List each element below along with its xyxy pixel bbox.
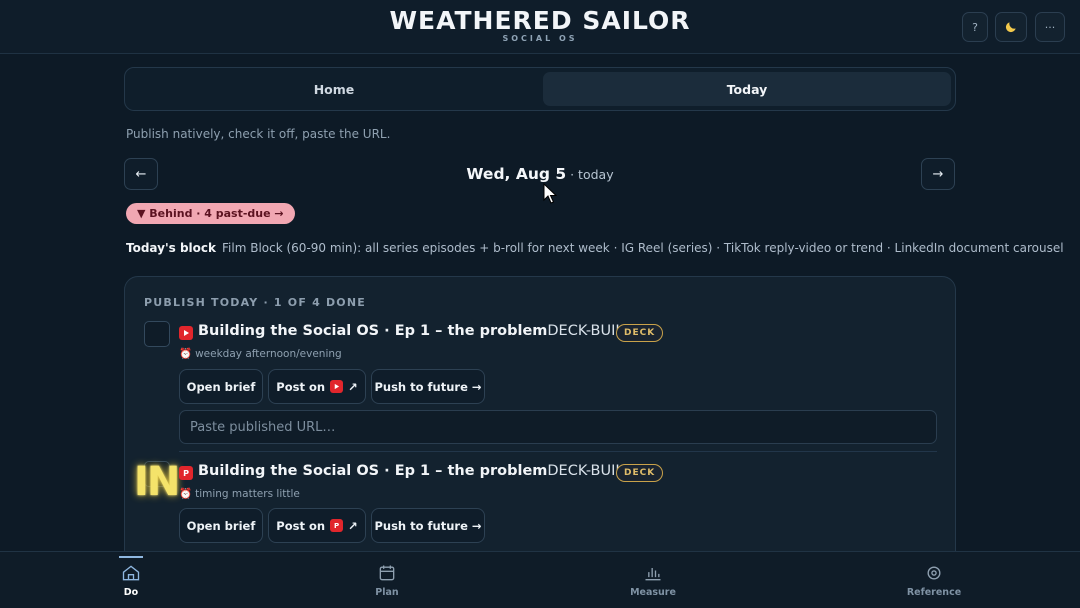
item-2-post-on-button[interactable]: Post on P ↗ (268, 508, 366, 543)
item-1-open-brief-button[interactable]: Open brief (179, 369, 263, 404)
current-date: Wed, Aug 5 (466, 165, 567, 183)
nav-reference-label: Reference (906, 587, 962, 598)
item-2-open-brief-button[interactable]: Open brief (179, 508, 263, 543)
todays-block-label: Today's block (126, 241, 217, 255)
item-2-timing-text: timing matters little (195, 488, 300, 500)
dark-mode-button[interactable] (995, 12, 1027, 42)
external-link-icon: ↗ (348, 518, 358, 533)
tab-today[interactable]: Today (543, 72, 951, 106)
item-2-title: Building the Social OS · Ep 1 – the prob… (198, 463, 649, 479)
item-2-title-text: Building the Social OS · Ep 1 – the prob… (198, 463, 548, 479)
brand-subtitle: SOCIAL OS (502, 34, 578, 43)
item-2-push-future-button[interactable]: Push to future → (371, 508, 485, 543)
card-title: PUBLISH TODAY · 1 OF 4 DONE (144, 296, 366, 309)
nav-plan-label: Plan (375, 587, 399, 598)
item-2-timing: ⏰ timing matters little (179, 487, 300, 500)
pinterest-icon: P (179, 466, 193, 480)
item-1-deck-tag: DECK (616, 324, 664, 342)
item-1-post-on-label: Post on (276, 379, 326, 394)
calendar-icon (379, 565, 395, 581)
pinterest-icon: P (330, 519, 344, 532)
help-button[interactable]: ? (962, 12, 988, 42)
alarm-clock-icon: ⏰ (179, 488, 193, 500)
mouse-cursor-icon (543, 183, 557, 204)
todays-block-text: Film Block (60-90 min): all series episo… (222, 241, 1064, 255)
in-overlay-badge: IN (134, 459, 180, 505)
alarm-clock-icon: ⏰ (179, 348, 193, 360)
item-1-timing-text: weekday afternoon/evening (195, 348, 342, 360)
nav-reference[interactable]: Reference (896, 552, 972, 608)
bottom-navigation: Do Plan Measure Reference (0, 551, 1080, 608)
behind-status-badge[interactable]: ▼ Behind · 4 past-due → (126, 203, 295, 224)
home-icon (122, 565, 140, 581)
todays-block: Today's block Film Block (60-90 min): all… (126, 241, 1064, 255)
instruction-hint: Publish natively, check it off, paste th… (126, 127, 391, 141)
item-1-url-input[interactable] (179, 410, 937, 444)
youtube-icon (179, 326, 193, 340)
item-1-timing: ⏰ weekday afternoon/evening (179, 347, 342, 360)
moon-icon (1005, 22, 1016, 33)
publish-today-card: PUBLISH TODAY · 1 OF 4 DONE Building the… (124, 276, 956, 576)
app-header: WEATHERED SAILOR SOCIAL OS ? ··· (0, 0, 1080, 54)
external-link-icon: ↗ (348, 379, 358, 394)
item-1-checkbox[interactable] (144, 321, 170, 347)
item-divider (179, 451, 937, 452)
nav-measure-label: Measure (630, 587, 676, 598)
youtube-icon (330, 380, 344, 393)
nav-do[interactable]: Do (100, 552, 162, 608)
item-1-post-on-button[interactable]: Post on ↗ (268, 369, 366, 404)
item-1-title-text: Building the Social OS · Ep 1 – the prob… (198, 323, 548, 339)
view-tabs: Home Today (124, 67, 956, 111)
bar-chart-icon (645, 568, 661, 581)
brand-title: WEATHERED SAILOR (389, 6, 691, 35)
item-1-push-future-button[interactable]: Push to future → (371, 369, 485, 404)
today-indicator: · today (566, 167, 614, 182)
tab-home[interactable]: Home (129, 72, 539, 106)
item-2-deck-tag: DECK (616, 464, 664, 482)
more-options-button[interactable]: ··· (1035, 12, 1065, 42)
date-heading: Wed, Aug 5 · today (0, 164, 1080, 183)
nav-do-label: Do (123, 587, 139, 598)
next-day-button[interactable]: → (921, 158, 955, 190)
nav-measure[interactable]: Measure (616, 552, 690, 608)
item-1-title: Building the Social OS · Ep 1 – the prob… (198, 323, 649, 339)
target-icon (927, 566, 941, 580)
item-2-post-on-label: Post on (276, 518, 326, 533)
nav-plan[interactable]: Plan (356, 552, 418, 608)
